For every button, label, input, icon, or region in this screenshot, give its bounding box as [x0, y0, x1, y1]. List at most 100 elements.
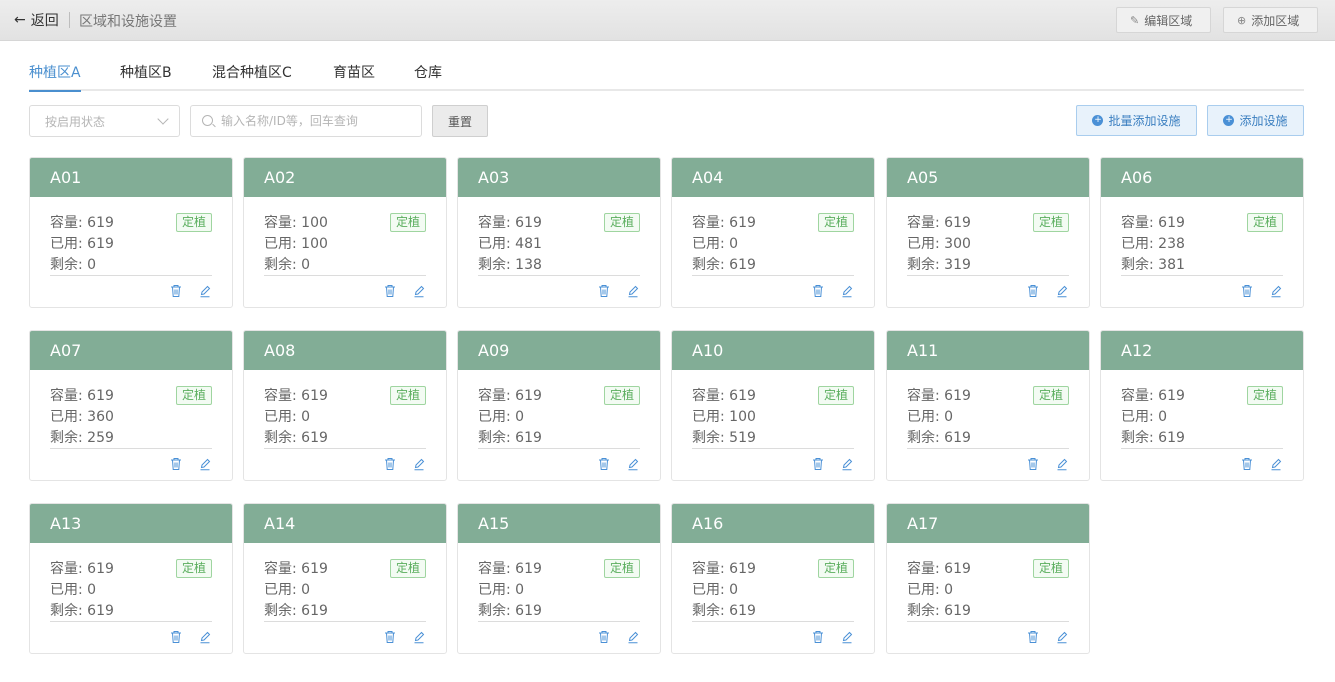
- edit-icon[interactable]: [1056, 456, 1068, 471]
- used-value: 0: [944, 409, 954, 425]
- used-label: 已用: [264, 582, 292, 598]
- remain-label: 剩余: [264, 430, 292, 446]
- facility-card[interactable]: A12 容量: 619 已用: 0 剩余: 619 定植: [1100, 330, 1304, 481]
- trash-icon[interactable]: [812, 629, 824, 643]
- facility-card[interactable]: A17 容量: 619 已用: 0 剩余: 619 定植: [886, 503, 1090, 654]
- tab-planting-b[interactable]: 种植区B: [120, 62, 172, 90]
- facility-card[interactable]: A08 容量: 619 已用: 0 剩余: 619 定植: [243, 330, 447, 481]
- facility-card[interactable]: A10 容量: 619 已用: 100 剩余: 519 定植: [671, 330, 875, 481]
- add-area-button[interactable]: ⊕ 添加区域: [1223, 7, 1318, 33]
- trash-icon[interactable]: [170, 456, 182, 470]
- trash-icon[interactable]: [598, 629, 610, 643]
- capacity-value: 619: [87, 388, 114, 404]
- facility-card[interactable]: A03 容量: 619 已用: 481 剩余: 138 定植: [457, 157, 661, 308]
- edit-icon[interactable]: [199, 629, 211, 644]
- add-facility-button[interactable]: + 添加设施: [1207, 105, 1304, 136]
- capacity-value: 619: [515, 215, 542, 231]
- edit-icon[interactable]: [627, 456, 639, 471]
- status-badge: 定植: [818, 213, 854, 232]
- card-divider: [50, 448, 212, 449]
- edit-icon[interactable]: [199, 456, 211, 471]
- trash-icon[interactable]: [812, 283, 824, 297]
- trash-icon[interactable]: [1027, 629, 1039, 643]
- facility-card[interactable]: A06 容量: 619 已用: 238 剩余: 381 定植: [1100, 157, 1304, 308]
- batch-add-facility-button[interactable]: + 批量添加设施: [1076, 105, 1197, 136]
- edit-icon[interactable]: [413, 283, 425, 298]
- tab-planting-a[interactable]: 种植区A: [29, 62, 81, 92]
- tab-nursery[interactable]: 育苗区: [333, 62, 375, 90]
- capacity-label: 容量: [1121, 215, 1149, 231]
- edit-icon[interactable]: [413, 456, 425, 471]
- capacity-value: 619: [515, 561, 542, 577]
- edit-icon[interactable]: [627, 283, 639, 298]
- trash-icon[interactable]: [384, 283, 396, 297]
- tab-warehouse[interactable]: 仓库: [414, 62, 442, 90]
- edit-area-button[interactable]: ✎ 编辑区域: [1116, 7, 1211, 33]
- facility-card[interactable]: A13 容量: 619 已用: 0 剩余: 619 定植: [29, 503, 233, 654]
- used-value: 0: [87, 582, 97, 598]
- status-select[interactable]: 按启用状态: [29, 105, 180, 137]
- remain-value: 0: [87, 257, 97, 273]
- card-divider: [264, 275, 426, 276]
- trash-icon[interactable]: [170, 629, 182, 643]
- facility-body: 容量: 619 已用: 0 剩余: 619 定植: [672, 543, 874, 653]
- arrow-left-icon: ←: [14, 12, 26, 28]
- remain-value: 319: [944, 257, 971, 273]
- facility-card[interactable]: A14 容量: 619 已用: 0 剩余: 619 定植: [243, 503, 447, 654]
- plus-circle-icon: +: [1223, 115, 1235, 126]
- facility-card[interactable]: A09 容量: 619 已用: 0 剩余: 619 定植: [457, 330, 661, 481]
- trash-icon[interactable]: [170, 283, 182, 297]
- edit-icon[interactable]: [413, 629, 425, 644]
- edit-icon[interactable]: [841, 629, 853, 644]
- card-divider: [50, 275, 212, 276]
- tab-mixed-c[interactable]: 混合种植区C: [212, 62, 292, 90]
- used-row: 已用: 619: [50, 236, 114, 252]
- trash-icon[interactable]: [384, 629, 396, 643]
- trash-icon[interactable]: [1241, 283, 1253, 297]
- facility-card[interactable]: A07 容量: 619 已用: 360 剩余: 259 定植: [29, 330, 233, 481]
- facility-card[interactable]: A02 容量: 100 已用: 100 剩余: 0 定植: [243, 157, 447, 308]
- facility-name: A04: [672, 158, 874, 197]
- facility-card[interactable]: A01 容量: 619 已用: 619 剩余: 0 定植: [29, 157, 233, 308]
- trash-icon[interactable]: [1241, 456, 1253, 470]
- used-label: 已用: [692, 582, 720, 598]
- capacity-value: 619: [87, 215, 114, 231]
- capacity-label: 容量: [907, 215, 935, 231]
- remain-label: 剩余: [692, 603, 720, 619]
- used-value: 100: [729, 409, 756, 425]
- back-button[interactable]: ← 返回: [14, 10, 59, 30]
- facility-card[interactable]: A04 容量: 619 已用: 0 剩余: 619 定植: [671, 157, 875, 308]
- used-row: 已用: 0: [478, 409, 525, 425]
- used-row: 已用: 100: [692, 409, 756, 425]
- search-input[interactable]: [221, 114, 411, 128]
- capacity-label: 容量: [692, 215, 720, 231]
- trash-icon[interactable]: [384, 456, 396, 470]
- facility-card[interactable]: A15 容量: 619 已用: 0 剩余: 619 定植: [457, 503, 661, 654]
- trash-icon[interactable]: [598, 456, 610, 470]
- used-value: 300: [944, 236, 971, 252]
- reset-button[interactable]: 重置: [432, 105, 488, 137]
- trash-icon[interactable]: [598, 283, 610, 297]
- facility-card[interactable]: A05 容量: 619 已用: 300 剩余: 319 定植: [886, 157, 1090, 308]
- used-label: 已用: [50, 409, 78, 425]
- edit-icon[interactable]: [841, 283, 853, 298]
- remain-value: 519: [729, 430, 756, 446]
- edit-icon[interactable]: [1270, 283, 1282, 298]
- edit-icon[interactable]: [1056, 283, 1068, 298]
- facility-card[interactable]: A11 容量: 619 已用: 0 剩余: 619 定植: [886, 330, 1090, 481]
- trash-icon[interactable]: [1027, 456, 1039, 470]
- edit-icon[interactable]: [627, 629, 639, 644]
- trash-icon[interactable]: [812, 456, 824, 470]
- facility-name: A05: [887, 158, 1089, 197]
- facility-body: 容量: 619 已用: 0 剩余: 619 定植: [30, 543, 232, 653]
- edit-icon[interactable]: [841, 456, 853, 471]
- capacity-row: 容量: 619: [264, 561, 328, 577]
- facility-card[interactable]: A16 容量: 619 已用: 0 剩余: 619 定植: [671, 503, 875, 654]
- edit-icon[interactable]: [1270, 456, 1282, 471]
- edit-icon[interactable]: [199, 283, 211, 298]
- trash-icon[interactable]: [1027, 283, 1039, 297]
- used-label: 已用: [907, 582, 935, 598]
- edit-icon[interactable]: [1056, 629, 1068, 644]
- remain-label: 剩余: [907, 603, 935, 619]
- facility-name: A03: [458, 158, 660, 197]
